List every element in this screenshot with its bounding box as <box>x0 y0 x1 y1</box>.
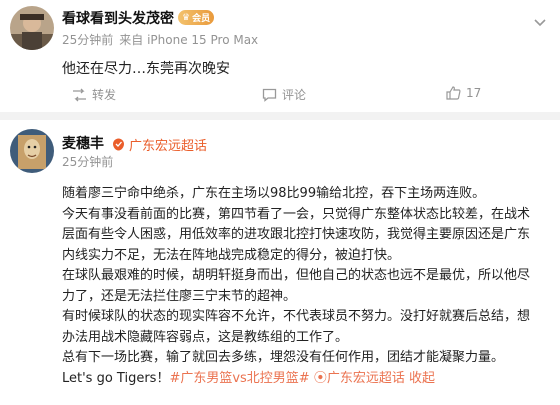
supertopic-icon <box>113 138 124 151</box>
post-actions: 转发 评论 17 <box>62 86 548 106</box>
post-source: 来自 iPhone 15 Pro Max <box>119 33 259 47</box>
post-card: 看球看到头发茂密 ♛ 会员 25分钟前 来自 iPhone 15 Pro Max 他… <box>0 0 560 112</box>
comment-signoff: Let's go Tigers！ <box>62 370 170 386</box>
thumbs-up-icon <box>446 86 461 100</box>
supertopic-label: 广东宏远超话 <box>129 139 208 154</box>
post-text: 他还在尽力…东莞再次晚安 <box>62 61 230 77</box>
commenter-name[interactable]: 麦穗丰 <box>62 133 104 153</box>
post-meta: 25分钟前 来自 iPhone 15 Pro Max <box>62 31 258 48</box>
comment-time[interactable]: 25分钟前 <box>62 153 113 170</box>
comment-line: 在球队最艰难的时候，胡明轩挺身而出，但他自己的状态也远不是最优，所以他尽 <box>62 268 531 283</box>
hashtag-link[interactable]: #广东男篮vs北控男篮# <box>169 371 309 386</box>
post-time[interactable]: 25分钟前 <box>62 33 113 47</box>
comment-line: 办法用战术隐藏阵容弱点，这是教练组的工作了。 <box>62 329 349 345</box>
supertopic-link[interactable]: 广东宏远超话 <box>327 371 405 386</box>
comment-line: 内线实力不足，无法在阵地战完成稳定的得分，被迫打快。 <box>62 247 401 263</box>
repost-label: 转发 <box>92 88 117 102</box>
like-button[interactable]: 17 <box>446 86 481 100</box>
comment-line: 有时候球队的状态的现实阵容不允许，不代表球员不努力。没打好就赛后总结，想 <box>62 309 531 324</box>
comment-button[interactable]: 评论 <box>262 86 306 103</box>
comment-line: 层面有些令人困惑，用低效率的进攻跟北控打快速攻防，我觉得主要原因还是广东 <box>62 227 531 242</box>
supertopic-inline-icon: ⦿ <box>313 370 327 386</box>
comment-line: 总有下一场比赛，输了就回去多练，埋怨没有任何作用，团结才能凝聚力量。 <box>62 350 505 365</box>
crown-icon: ♛ <box>182 12 191 23</box>
comment-line: 随着廖三宁命中绝杀，广东在主场以98比99输给北控，吞下主场两连败。 <box>62 186 486 201</box>
commenter-avatar[interactable] <box>10 129 54 173</box>
vip-badge: ♛ 会员 <box>178 10 214 25</box>
collapse-link[interactable]: 收起 <box>409 371 435 386</box>
like-count: 17 <box>466 86 482 100</box>
comment-icon <box>262 88 277 102</box>
comment-line: 力了，还是无法拦住廖三宁末节的超神。 <box>62 288 297 304</box>
author-name[interactable]: 看球看到头发茂密 <box>62 8 174 28</box>
repost-button[interactable]: 转发 <box>72 86 116 103</box>
comment-label: 评论 <box>282 88 307 102</box>
divider <box>0 112 560 120</box>
comment-last-line: Let's go Tigers！#广东男篮vs北控男篮# ⦿广东宏远超话 收起 <box>62 369 552 390</box>
supertopic-badge[interactable]: 广东宏远超话 <box>112 135 207 154</box>
author-avatar[interactable] <box>10 6 54 50</box>
comment-card: 麦穗丰 广东宏远超话 25分钟前 随着廖三宁命中绝杀，广东在主场以98比99输给… <box>0 120 560 405</box>
chevron-down-icon[interactable] <box>532 14 548 30</box>
comment-line: 今天有事没看前面的比赛，第四节看了一会，只觉得广东整体状态比较差，在战术 <box>62 206 531 222</box>
comment-body: 随着廖三宁命中绝杀，广东在主场以98比99输给北控，吞下主场两连败。 今天有事没… <box>62 184 552 389</box>
repost-icon <box>73 88 86 101</box>
